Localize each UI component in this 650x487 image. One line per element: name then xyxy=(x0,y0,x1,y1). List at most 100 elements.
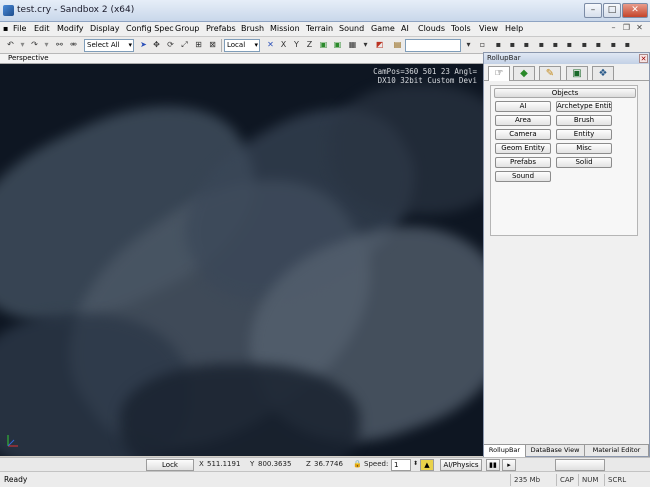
camera-info: CamPos=360 501 23 Angl= xyxy=(373,67,477,76)
angle-snap-icon[interactable]: ◩ xyxy=(373,39,386,51)
area-button[interactable]: Area xyxy=(495,115,551,126)
menu-file[interactable]: File xyxy=(13,24,26,33)
align-icon[interactable]: ⊞ xyxy=(192,39,205,51)
toolbar-icon-j[interactable]: ▪ xyxy=(578,39,591,51)
display-tab-icon[interactable]: ▣ xyxy=(566,66,588,80)
entity-button[interactable]: Entity xyxy=(556,129,612,140)
z-coordinate[interactable]: 36.7746 xyxy=(314,460,343,468)
toolbar-icon-h[interactable]: ▪ xyxy=(549,39,562,51)
toolbar-icon-k[interactable]: ▪ xyxy=(592,39,605,51)
mdi-restore-icon[interactable]: ❐ xyxy=(621,23,632,34)
close-button[interactable]: ✕ xyxy=(622,3,648,18)
menu-sound[interactable]: Sound xyxy=(339,24,364,33)
menu-group[interactable]: Group xyxy=(175,24,199,33)
geom-entity-button[interactable]: Geom Entity xyxy=(495,143,551,154)
menu-game[interactable]: Game xyxy=(371,24,395,33)
selection-filter-value: Select All xyxy=(87,41,120,49)
viewport-title[interactable]: Perspective xyxy=(8,54,49,62)
chevron-down-icon[interactable]: ▾ xyxy=(462,39,475,51)
menu-prefabs[interactable]: Prefabs xyxy=(206,24,236,33)
toolbar-icon-i[interactable]: ▪ xyxy=(563,39,576,51)
menu-clouds[interactable]: Clouds xyxy=(418,24,445,33)
ai-physics-button[interactable]: AI/Physics xyxy=(440,459,482,471)
app-icon xyxy=(3,5,14,16)
menu-tools[interactable]: Tools xyxy=(451,24,471,33)
axis-y-button[interactable]: Y xyxy=(290,39,303,51)
x-coordinate[interactable]: 511.1191 xyxy=(207,460,240,468)
perspective-viewport[interactable]: CamPos=360 501 23 Angl= DX10 32bit Custo… xyxy=(0,64,483,456)
speed-spinner-icon[interactable]: ⬍ xyxy=(413,460,418,467)
move-icon[interactable]: ✥ xyxy=(150,39,163,51)
snap-icon[interactable]: ⊠ xyxy=(206,39,219,51)
maximize-button[interactable]: □ xyxy=(603,3,621,18)
step-icon[interactable]: ▸ xyxy=(502,459,516,471)
toolbar-text-field[interactable] xyxy=(405,39,461,52)
menu-view[interactable]: View xyxy=(479,24,498,33)
unlink-icon[interactable]: ⚮ xyxy=(67,39,80,51)
minimize-button[interactable]: – xyxy=(584,3,602,18)
modify-tab-icon[interactable]: ✎ xyxy=(539,66,561,80)
menu-ai[interactable]: AI xyxy=(401,24,409,33)
misc-button[interactable]: Misc xyxy=(556,143,612,154)
tab-database-view[interactable]: DataBase View xyxy=(526,445,585,457)
app-menu-icon[interactable]: ▪ xyxy=(3,24,8,33)
toolbar-icon-d[interactable]: ▪ xyxy=(492,39,505,51)
brush-button[interactable]: Brush xyxy=(556,115,612,126)
mdi-minimize-icon[interactable]: – xyxy=(608,23,619,34)
axis-z-button[interactable]: Z xyxy=(303,39,316,51)
rotate-icon[interactable]: ⟳ xyxy=(164,39,177,51)
axis-lock-icon[interactable]: ✕ xyxy=(264,39,277,51)
terrain-tab-icon[interactable]: ◆ xyxy=(513,66,535,80)
toolbar-icon-l[interactable]: ▪ xyxy=(607,39,620,51)
tab-rollupbar[interactable]: RollupBar xyxy=(484,445,526,457)
menu-modify[interactable]: Modify xyxy=(57,24,84,33)
menu-help[interactable]: Help xyxy=(505,24,523,33)
objects-header[interactable]: Objects xyxy=(494,88,636,98)
sound-button[interactable]: Sound xyxy=(495,171,551,182)
rollup-title: RollupBar xyxy=(487,54,521,62)
toolbar-icon-g[interactable]: ▪ xyxy=(535,39,548,51)
object-snap-icon[interactable]: ▣ xyxy=(331,39,344,51)
terrain-snap-icon[interactable]: ▣ xyxy=(317,39,330,51)
x-label: X xyxy=(199,460,204,468)
layers-tab-icon[interactable]: ❖ xyxy=(592,66,614,80)
menu-terrain[interactable]: Terrain xyxy=(306,24,333,33)
y-coordinate[interactable]: 800.3635 xyxy=(258,460,291,468)
select-pointer-icon[interactable]: ➤ xyxy=(137,39,150,51)
ai-button[interactable]: AI xyxy=(495,101,551,112)
grid-dropdown-icon[interactable]: ▾ xyxy=(359,39,372,51)
pause-icon[interactable]: ▮▮ xyxy=(486,459,500,471)
selection-filter-select[interactable]: Select All ▾ xyxy=(84,39,134,52)
scale-icon[interactable]: ⤢ xyxy=(178,39,191,51)
memory-usage: 235 Mb xyxy=(510,474,556,486)
terrain-follow-icon[interactable]: ▲ xyxy=(420,459,434,471)
extra-button[interactable] xyxy=(555,459,605,471)
layers-icon[interactable]: ▤ xyxy=(391,39,404,51)
camera-button[interactable]: Camera xyxy=(495,129,551,140)
toolbar-icon-e[interactable]: ▪ xyxy=(506,39,519,51)
coord-system-select[interactable]: Local ▾ xyxy=(224,39,260,52)
rollup-close-button[interactable]: ✕ xyxy=(639,54,648,63)
speed-input[interactable]: 1 xyxy=(391,459,411,471)
mdi-close-icon[interactable]: ✕ xyxy=(634,23,645,34)
objects-tab-icon[interactable]: ☞ xyxy=(488,66,510,81)
rollup-titlebar: RollupBar ✕ xyxy=(484,53,649,64)
menu-display[interactable]: Display xyxy=(90,24,120,33)
rollup-bottom-tabs: RollupBar DataBase View Material Editor xyxy=(484,444,649,457)
archetype-entity-button[interactable]: Archetype Entity xyxy=(556,101,612,112)
toolbar-icon-f[interactable]: ▪ xyxy=(520,39,533,51)
redo-dropdown-icon[interactable]: ▾ xyxy=(40,39,53,51)
prefabs-button[interactable]: Prefabs xyxy=(495,157,551,168)
lock-selection-button[interactable]: Lock Selection xyxy=(146,459,194,479)
menu-edit[interactable]: Edit xyxy=(34,24,50,33)
lock-icon[interactable]: ▫ xyxy=(476,39,489,51)
axis-x-button[interactable]: X xyxy=(277,39,290,51)
tab-material-editor[interactable]: Material Editor xyxy=(585,445,649,457)
menu-mission[interactable]: Mission xyxy=(270,24,300,33)
solid-button[interactable]: Solid xyxy=(556,157,612,168)
grid-icon[interactable]: ▦ xyxy=(346,39,359,51)
menu-brush[interactable]: Brush xyxy=(241,24,264,33)
menu-config-spec[interactable]: Config Spec xyxy=(126,24,174,33)
toolbar-icon-m[interactable]: ▪ xyxy=(621,39,634,51)
link-icon[interactable]: ⚯ xyxy=(53,39,66,51)
